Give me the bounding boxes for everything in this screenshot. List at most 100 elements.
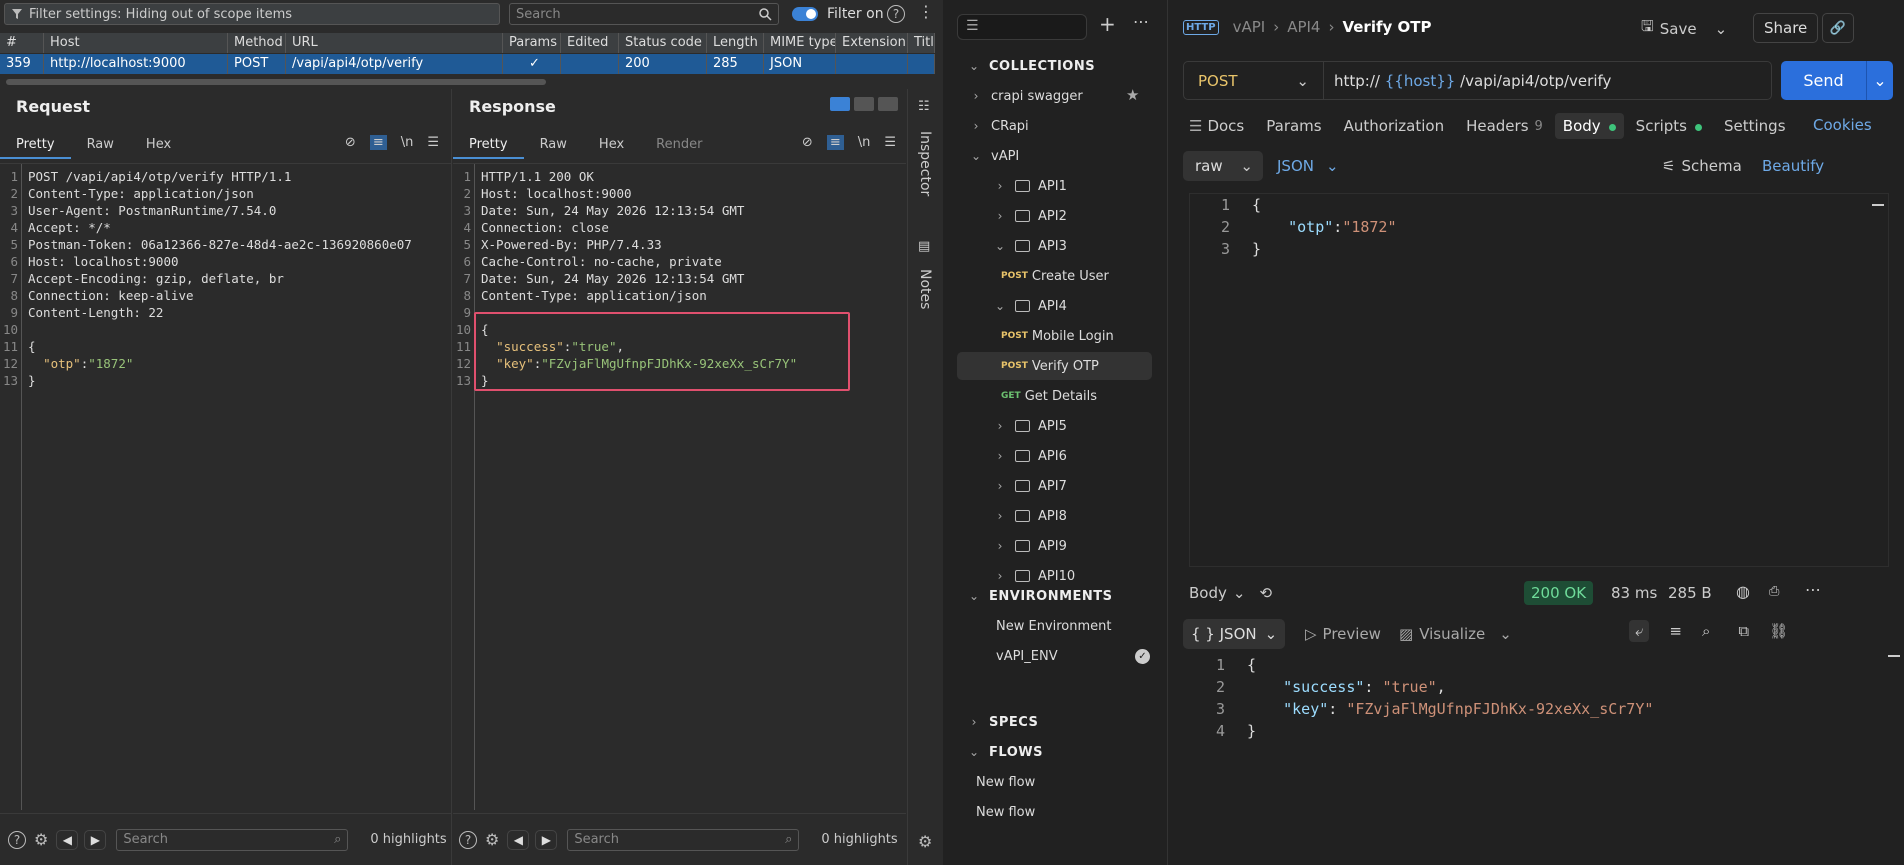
layout-single-icon[interactable] [878, 97, 898, 111]
breadcrumb-folder[interactable]: API4 [1287, 18, 1320, 36]
settings-icon[interactable]: ⚙ [485, 830, 499, 849]
response-body-select[interactable]: Body ⌄ ⟲ [1189, 584, 1272, 602]
col-status[interactable]: Status code [619, 33, 707, 53]
chevron-right-icon[interactable]: › [993, 209, 1007, 223]
status-badge[interactable]: 200 OK [1524, 581, 1594, 605]
search-icon[interactable]: ⌕ [1702, 622, 1710, 640]
request-search-input[interactable]: Search ⌕ [116, 828, 349, 851]
link-icon[interactable]: 🔗 [1822, 13, 1854, 43]
hide-nonprintable-icon[interactable]: ⊘ [345, 135, 356, 150]
tab-pretty[interactable]: Pretty [0, 129, 71, 159]
sidebar-item-api4[interactable]: ⌄ API4 [943, 292, 1168, 320]
history-search-input[interactable]: Search [509, 3, 779, 25]
request-editor[interactable]: 1 POST /vapi/api4/otp/verify HTTP/1.1 2 Con… [0, 163, 451, 810]
save-button[interactable]: 🖫 Save ⌄ [1641, 16, 1727, 41]
sidebar-item-api6[interactable]: › API6 [943, 442, 1168, 470]
chevron-right-icon[interactable]: › [993, 569, 1007, 583]
flow-item[interactable]: New flow [943, 768, 1168, 796]
chevron-right-icon[interactable]: › [993, 419, 1007, 433]
col-extension[interactable]: Extension [836, 33, 908, 53]
inspector-tab[interactable]: Inspector [917, 131, 933, 196]
tab-body[interactable]: Body [1554, 113, 1624, 139]
newline-icon[interactable]: \n [401, 135, 414, 150]
menu-icon[interactable]: ☰ [427, 135, 439, 150]
collections-header[interactable]: ⌄ COLLECTIONS [943, 52, 1168, 80]
more-icon[interactable]: ⋯ [1133, 12, 1149, 31]
env-item-new[interactable]: New Environment [943, 612, 1168, 640]
tab-docs[interactable]: Docs [1207, 117, 1244, 135]
settings-icon[interactable]: ⚙ [918, 832, 932, 851]
tab-hex[interactable]: Hex [583, 129, 640, 159]
tab-authorization[interactable]: Authorization [1344, 117, 1444, 135]
star-icon[interactable]: ★ [1126, 86, 1139, 104]
menu-icon[interactable]: ☰ [884, 135, 896, 150]
url-input[interactable]: http:// {{host}} /vapi/api4/otp/verify [1324, 72, 1611, 90]
layout-horizontal-icon[interactable] [854, 97, 874, 111]
newline-icon[interactable]: \n [858, 135, 871, 150]
chevron-down-icon[interactable]: ⌄ [1866, 61, 1893, 100]
tab-pretty[interactable]: Pretty [453, 129, 524, 159]
help-icon[interactable]: ? [459, 830, 477, 849]
response-editor[interactable]: 1 HTTP/1.1 200 OK 2 Host: localhost:9000 3 Da… [453, 163, 906, 810]
table-row[interactable]: 359 http://localhost:9000 POST /vapi/api… [0, 54, 935, 74]
chevron-right-icon[interactable]: › [993, 449, 1007, 463]
sidebar-item-vapi[interactable]: ⌄ vAPI [943, 142, 1168, 170]
globe-icon[interactable]: ◍ [1736, 582, 1750, 601]
response-time[interactable]: 83 ms [1611, 584, 1657, 602]
body-format-select[interactable]: JSON ⌄ [1277, 157, 1339, 175]
sidebar-item-api8[interactable]: › API8 [943, 502, 1168, 530]
sidebar-item-verify-otp[interactable]: POST Verify OTP [957, 352, 1152, 380]
save-example-icon[interactable]: ⎙ [1769, 584, 1779, 599]
chevron-right-icon[interactable]: › [993, 539, 1007, 553]
environments-header[interactable]: ⌄ ENVIRONMENTS [943, 582, 1168, 610]
hide-nonprintable-icon[interactable]: ⊘ [802, 135, 813, 150]
col-mime[interactable]: MIME type [764, 33, 836, 53]
body-mode-select[interactable]: raw ⌄ [1183, 151, 1263, 181]
col-url[interactable]: URL [286, 33, 503, 53]
request-title[interactable]: Verify OTP [1342, 18, 1431, 36]
wrap-icon[interactable]: ⤶ [1629, 620, 1650, 642]
settings-icon[interactable]: ⚙ [34, 830, 48, 849]
flows-header[interactable]: ⌄ FLOWS [943, 738, 1168, 766]
chevron-right-icon[interactable]: › [969, 119, 983, 133]
share-button[interactable]: Share [1753, 13, 1819, 43]
more-icon[interactable]: ⋯ [1805, 580, 1821, 599]
col-params[interactable]: Params [503, 33, 561, 53]
col-method[interactable]: Method [228, 33, 286, 53]
response-search-input[interactable]: Search ⌕ [567, 828, 800, 851]
wrap-lines-icon[interactable]: ≡ [826, 135, 844, 150]
specs-header[interactable]: › SPECS [943, 708, 1168, 736]
method-select[interactable]: POST ⌄ [1184, 62, 1324, 99]
chevron-right-icon[interactable]: › [993, 479, 1007, 493]
next-icon[interactable]: ▶ [535, 829, 558, 850]
request-body-editor[interactable]: 1{2 "otp":"1872" 3} [1189, 193, 1889, 567]
layout-split-icon[interactable] [830, 97, 850, 111]
help-icon[interactable]: ? [887, 5, 905, 23]
tab-raw[interactable]: Raw [524, 129, 583, 159]
response-size[interactable]: 285 B [1668, 584, 1712, 602]
filter-icon[interactable]: ≡ [1669, 622, 1682, 640]
visualize-button[interactable]: ▨ Visualize ⌄ [1399, 625, 1512, 643]
sidebar-item-crapi-swagger[interactable]: › crapi swagger ★ [943, 82, 1168, 110]
link-icon[interactable]: ⛓ [1769, 622, 1788, 640]
tab-settings[interactable]: Settings [1724, 117, 1786, 135]
horizontal-scrollbar[interactable] [6, 79, 546, 85]
sidebar-item-create-user[interactable]: POST Create User [943, 262, 1168, 290]
preview-button[interactable]: ▷ Preview [1305, 625, 1381, 643]
tab-render[interactable]: Render [640, 129, 718, 159]
sidebar-item-api1[interactable]: › API1 [943, 172, 1168, 200]
send-button[interactable]: Send ⌄ [1781, 61, 1893, 100]
response-format-select[interactable]: { } JSON ⌄ [1183, 619, 1286, 649]
col-edited[interactable]: Edited [561, 33, 619, 53]
schema-button[interactable]: ⚟ Schema [1662, 157, 1742, 175]
kebab-menu-icon[interactable]: ⋮ [918, 2, 934, 21]
add-icon[interactable]: + [1099, 12, 1116, 36]
breadcrumb-collection[interactable]: vAPI [1233, 18, 1266, 36]
chevron-down-icon[interactable]: ⌄ [1715, 20, 1728, 38]
chevron-down-icon[interactable]: ⌄ [993, 239, 1007, 253]
history-icon[interactable]: ⟲ [1259, 584, 1272, 602]
flow-item[interactable]: New flow [943, 798, 1168, 826]
sidebar-item-api7[interactable]: › API7 [943, 472, 1168, 500]
col-host[interactable]: Host [44, 33, 228, 53]
sidebar-item-api3[interactable]: ⌄ API3 [943, 232, 1168, 260]
